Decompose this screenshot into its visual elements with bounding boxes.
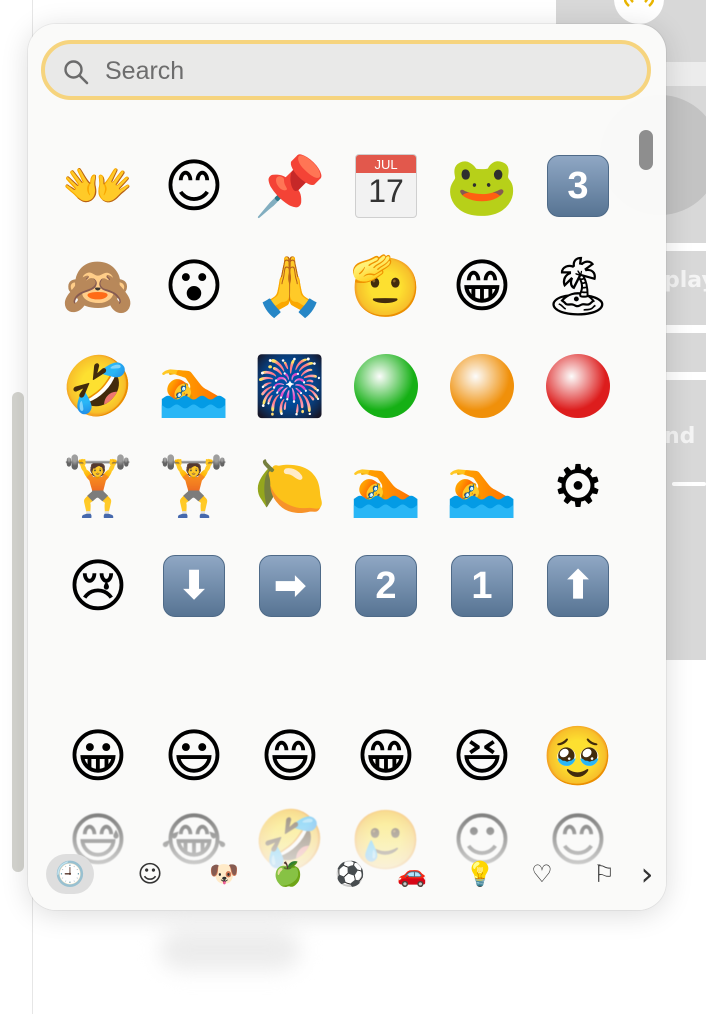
picker-scrollbar-thumb[interactable]: [639, 130, 653, 170]
emoji-folded-hands[interactable]: 🙏: [244, 242, 336, 330]
orange-circle-icon: [450, 354, 514, 418]
emoji-keycap-2[interactable]: 2: [340, 542, 432, 630]
flags-icon: ⚐: [593, 860, 615, 888]
category-recent-button[interactable]: 🕘: [46, 854, 94, 894]
emoji-orange-circle[interactable]: [436, 342, 528, 430]
activity-icon: ⚽: [335, 860, 365, 888]
emoji-crying-face[interactable]: 😢: [52, 542, 144, 630]
category-symbols-button[interactable]: ♡: [518, 854, 566, 894]
red-circle-icon: [546, 354, 610, 418]
emoji-keycap-3[interactable]: 3: [532, 142, 624, 230]
emoji-face-covering-eyes[interactable]: 🙈: [52, 242, 144, 330]
category-travel-button[interactable]: 🚗: [388, 854, 436, 894]
emoji-up-arrow[interactable]: ⬆: [532, 542, 624, 630]
category-smileys-button[interactable]: ☺: [126, 854, 174, 894]
emoji-lemon[interactable]: 🍋: [244, 442, 336, 530]
emoji-picker: 👐😊📌JUL17🐸3🙈😮🙏🫡😁🏝🤣🏊🎆🏋🏋🍋🏊🏊⚙😢⬇➡21⬆😀😃😄😁😆🥹😅😂🤣…: [28, 24, 666, 910]
emoji-face-open-mouth[interactable]: 😮: [148, 242, 240, 330]
emoji-grinning[interactable]: 😀: [52, 712, 144, 800]
background-slider[interactable]: [672, 482, 706, 486]
category-bar: 🕘 ☺ 🐶 🍏 ⚽ 🚗 💡 ♡ ⚐ ›: [44, 854, 654, 894]
emoji-red-circle[interactable]: [532, 342, 624, 430]
emoji-down-arrow[interactable]: ⬇: [148, 542, 240, 630]
category-activity-button[interactable]: ⚽: [326, 854, 374, 894]
background-strip: [666, 62, 706, 86]
emoji-woman-swimming[interactable]: 🏊: [340, 442, 432, 530]
calendar-icon: JUL 17: [355, 154, 417, 218]
emoji-man-swimming[interactable]: 🏊: [436, 442, 528, 530]
category-objects-button[interactable]: 💡: [456, 854, 504, 894]
category-animals-button[interactable]: 🐶: [200, 854, 248, 894]
emoji-grinning-smiling-eyes[interactable]: 😄: [244, 712, 336, 800]
emoji-island[interactable]: 🏝: [532, 242, 624, 330]
emoji-weightlifter-2[interactable]: 🏋: [148, 442, 240, 530]
emoji-pushpin[interactable]: 📌: [244, 142, 336, 230]
food-icon: 🍏: [273, 860, 303, 888]
travel-icon: 🚗: [397, 860, 427, 888]
emoji-grinning-face[interactable]: 😁: [436, 242, 528, 330]
emoji-saluting-face[interactable]: 🫡: [340, 242, 432, 330]
smileys-icon: ☺: [137, 860, 163, 888]
category-food-button[interactable]: 🍏: [264, 854, 312, 894]
background-label-play: play: [664, 268, 706, 293]
objects-icon: 💡: [465, 860, 495, 888]
category-more-button[interactable]: ›: [632, 854, 662, 894]
background-separator: [666, 325, 706, 333]
background-label-end: nd: [664, 424, 696, 449]
emoji-frog[interactable]: 🐸: [436, 142, 528, 230]
symbols-icon: ♡: [531, 860, 553, 888]
broadcast-icon: [624, 0, 654, 7]
background-scrollbar[interactable]: [12, 392, 24, 872]
emoji-open-hands[interactable]: 👐: [52, 142, 144, 230]
emoji-beaming[interactable]: 😁: [340, 712, 432, 800]
keycap-1-icon: 1: [451, 555, 513, 617]
recent-icon: 🕘: [55, 860, 85, 888]
emoji-smiling-face[interactable]: 😊: [148, 142, 240, 230]
emoji-right-arrow[interactable]: ➡: [244, 542, 336, 630]
background-separator: [666, 243, 706, 251]
picker-scrollbar[interactable]: [636, 124, 656, 830]
emoji-squinting[interactable]: 😆: [436, 712, 528, 800]
up-arrow-icon: ⬆: [547, 555, 609, 617]
background-separator: [666, 372, 706, 380]
emoji-grid: 👐 😊 📌 JUL 17 🐸 3 🙈 😮 🙏 🫡 😁 🏝 🤣 🏊 🎆 🏋 🏋 🍋 🏊 🏊 ⚙ 😢 ⬇ ➡ 2 1 ⬆ 😀 😃 😄 😁 😆 🥹 😅 😂 🤣…: [28, 24, 628, 869]
right-arrow-icon: ➡: [259, 555, 321, 617]
emoji-grinning-big-eyes[interactable]: 😃: [148, 712, 240, 800]
background-blur: [160, 930, 300, 970]
keycap-2-icon: 2: [355, 555, 417, 617]
down-arrow-icon: ⬇: [163, 555, 225, 617]
emoji-calendar[interactable]: JUL 17: [340, 142, 432, 230]
emoji-rofl-face[interactable]: 🤣: [52, 342, 144, 430]
emoji-green-circle[interactable]: [340, 342, 432, 430]
green-circle-icon: [354, 354, 418, 418]
keycap-3-icon: 3: [547, 155, 609, 217]
category-flags-button[interactable]: ⚐: [580, 854, 628, 894]
emoji-weightlifter[interactable]: 🏋: [52, 442, 144, 530]
animals-icon: 🐶: [209, 860, 239, 888]
emoji-person-swimming[interactable]: 🏊: [148, 342, 240, 430]
emoji-fireworks[interactable]: 🎆: [244, 342, 336, 430]
emoji-gear[interactable]: ⚙: [532, 442, 624, 530]
emoji-holding-back-tears[interactable]: 🥹: [532, 712, 624, 800]
more-icon: ›: [640, 855, 654, 893]
emoji-keycap-1[interactable]: 1: [436, 542, 528, 630]
